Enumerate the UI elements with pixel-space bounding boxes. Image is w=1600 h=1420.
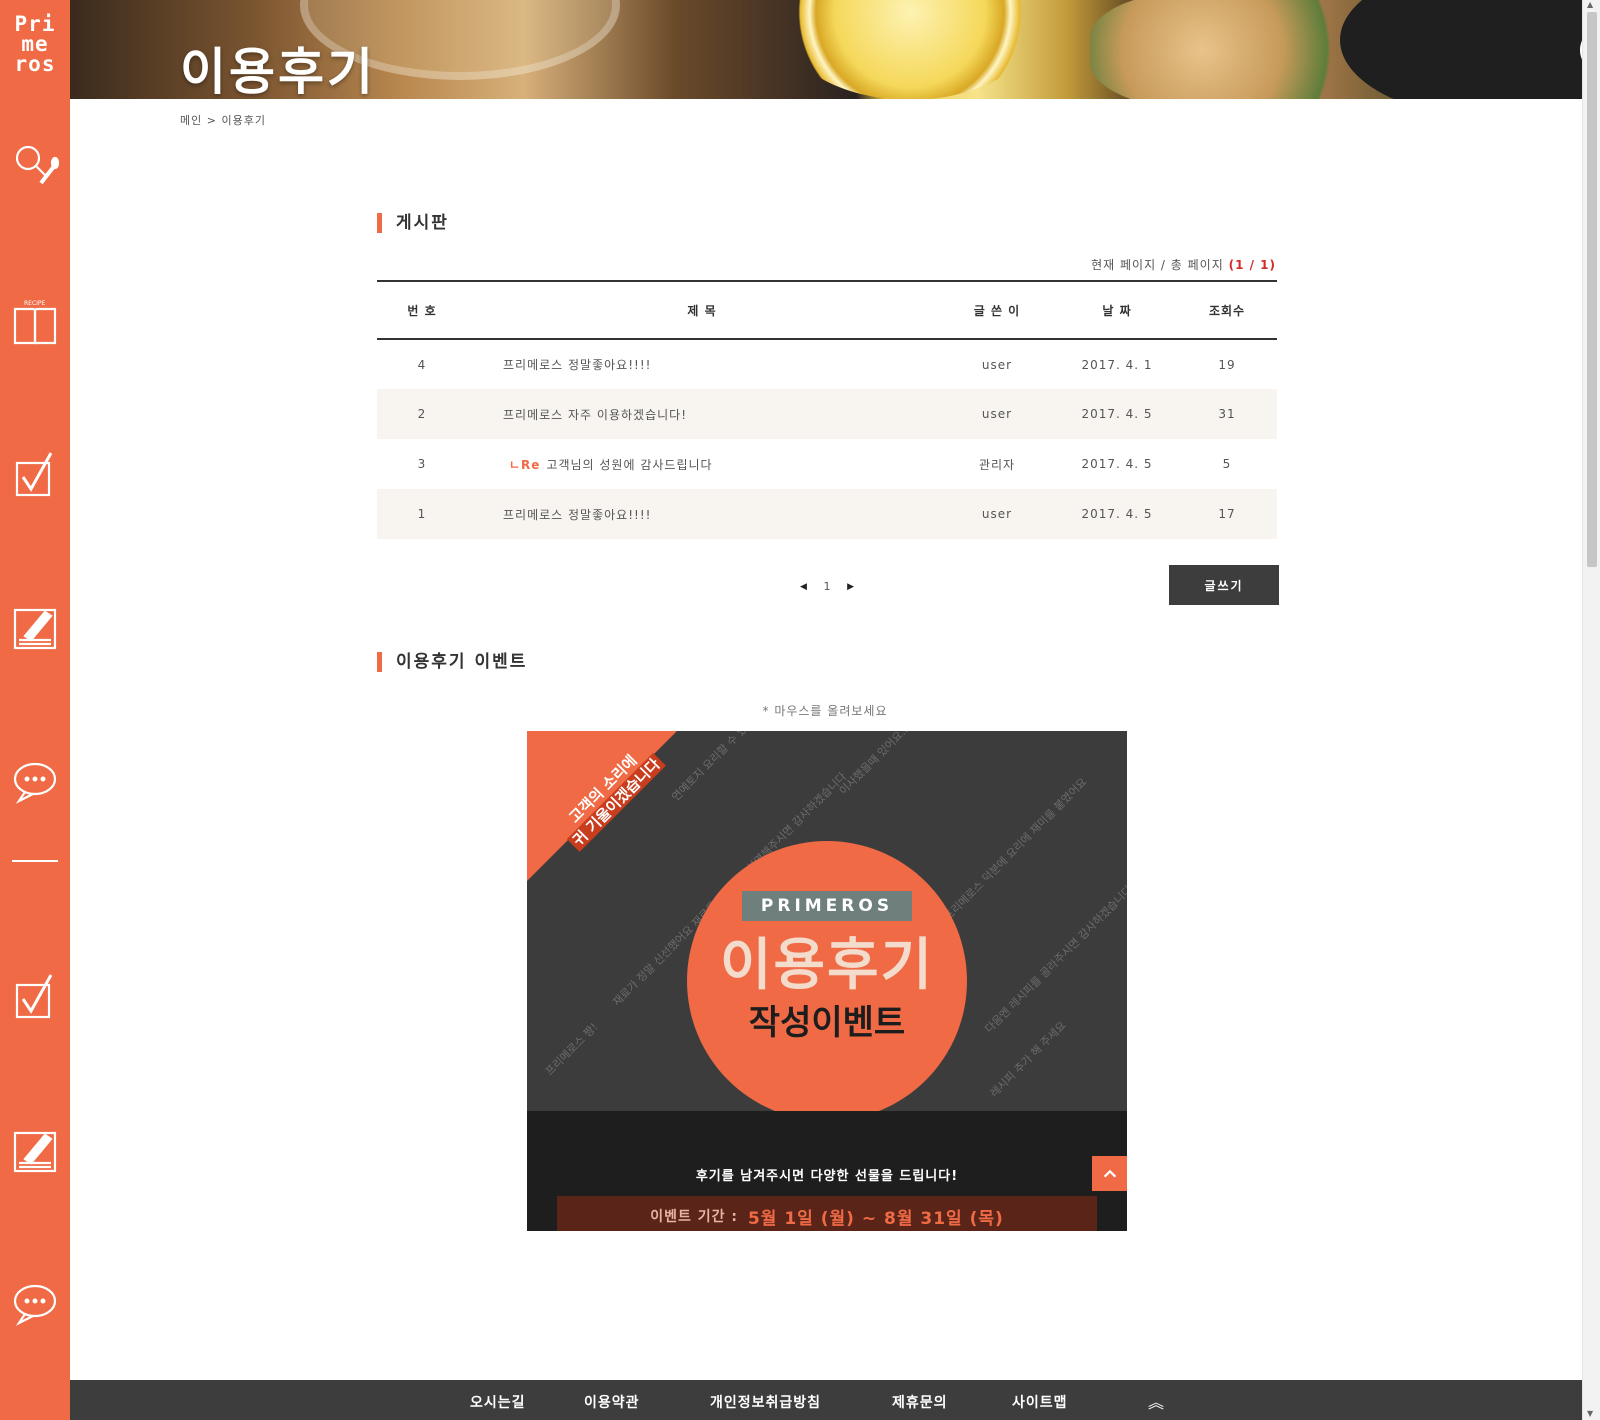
row-no: 3 bbox=[417, 457, 427, 471]
sidebar: Pri me ros RECIPE bbox=[0, 0, 70, 1420]
checkbox-icon[interactable] bbox=[10, 450, 60, 500]
row-views: 19 bbox=[1218, 357, 1236, 372]
row-date: 2017. 4. 5 bbox=[1057, 489, 1177, 539]
row-author: user bbox=[937, 489, 1057, 539]
page-info-value: (1 / 1) bbox=[1228, 258, 1276, 272]
footer: 오시는길 이용약관 개인정보취급방침 제휴문의 사이트맵 ︽ bbox=[70, 1380, 1582, 1420]
hover-hint: * 마우스를 올려보세요 bbox=[762, 704, 888, 718]
row-title-cell[interactable]: ㄴRe 고객님의 성원에 감사드립니다 bbox=[467, 439, 937, 489]
pagination: ◀ 1 ▶ bbox=[800, 580, 854, 593]
row-views: 5 bbox=[1222, 457, 1232, 471]
table-header-row: 번 호 제 목 글 쓴 이 날 짜 조회수 bbox=[377, 280, 1277, 340]
logo[interactable]: Pri me ros bbox=[0, 12, 70, 76]
row-author: 관리자 bbox=[978, 457, 1016, 472]
event-headline: 이용후기 bbox=[719, 933, 935, 998]
page-info-label: 현재 페이지 / 총 페이지 bbox=[1091, 258, 1224, 272]
col-author: 글 쓴 이 bbox=[937, 280, 1057, 340]
banner-food-image bbox=[1090, 0, 1370, 99]
row-date: 2017. 4. 1 bbox=[1081, 357, 1153, 372]
banner-lemon-image bbox=[780, 0, 1040, 99]
prev-page-icon[interactable]: ◀ bbox=[800, 582, 807, 592]
row-date: 2017. 4. 5 bbox=[1057, 389, 1177, 439]
table-row[interactable]: 1 프리메로스 정말좋아요!!!! user 2017. 4. 5 17 bbox=[377, 489, 1277, 539]
row-title-link[interactable]: 프리메로스 정말좋아요!!!! bbox=[467, 339, 937, 389]
event-section-title: 이용후기 이벤트 bbox=[377, 652, 527, 672]
scroll-up-icon[interactable]: ▲ bbox=[1587, 0, 1593, 9]
chat-bubble-icon[interactable] bbox=[10, 758, 60, 808]
event-subheadline: 작성이벤트 bbox=[748, 1003, 906, 1043]
sidebar-divider bbox=[12, 860, 58, 862]
table-row[interactable]: 4 프리메로스 정말좋아요!!!! user 2017. 4. 1 19 bbox=[377, 339, 1277, 389]
checkbox-icon[interactable] bbox=[10, 972, 60, 1022]
scatter-text: 프리메로스 덕분에 요리에 재미를 붙였어요 bbox=[941, 775, 1090, 924]
board-section-title: 게시판 bbox=[377, 213, 449, 233]
row-title-link[interactable]: 고객님의 성원에 감사드립니다 bbox=[546, 458, 712, 472]
scatter-text: 연예토지 요리할 수 있... bbox=[669, 731, 758, 804]
scrollbar[interactable]: ▲ ▼ bbox=[1582, 0, 1600, 1420]
row-author: user bbox=[981, 357, 1013, 372]
next-page-icon[interactable]: ▶ bbox=[847, 582, 854, 592]
edit-note-icon[interactable] bbox=[10, 603, 60, 653]
reply-badge: ㄴRe bbox=[509, 457, 541, 472]
table-row[interactable]: 2 프리메로스 자주 이용하겠습니다! user 2017. 4. 5 31 bbox=[377, 389, 1277, 439]
breadcrumb-home[interactable]: 메인 bbox=[180, 114, 202, 127]
row-views: 17 bbox=[1177, 489, 1277, 539]
row-title-link[interactable]: 프리메로스 자주 이용하겠습니다! bbox=[467, 389, 937, 439]
page-info: 현재 페이지 / 총 페이지 (1 / 1) bbox=[1091, 256, 1276, 273]
footer-link-partnership[interactable]: 제휴문의 bbox=[892, 1392, 948, 1412]
breadcrumb-current: 이용후기 bbox=[221, 114, 266, 127]
footer-link-directions[interactable]: 오시는길 bbox=[470, 1392, 526, 1412]
search-spoon-icon[interactable] bbox=[10, 140, 60, 190]
event-period-label: 이벤트 기간 : bbox=[650, 1209, 738, 1225]
write-button[interactable]: 글쓰기 bbox=[1169, 565, 1279, 605]
row-author: user bbox=[937, 389, 1057, 439]
logo-line: ros bbox=[14, 52, 56, 76]
recipe-label: RECIPE bbox=[24, 300, 46, 307]
col-date: 날 짜 bbox=[1057, 280, 1177, 340]
event-gift-text: 후기를 남겨주시면 다양한 선물을 드립니다! bbox=[695, 1169, 959, 1184]
page-number[interactable]: 1 bbox=[824, 580, 831, 593]
col-no: 번 호 bbox=[377, 280, 467, 340]
event-banner[interactable]: 연예토지 요리할 수 있... 이사했을때 있어요... 프리메로스 덕분에 요… bbox=[527, 731, 1127, 1231]
edit-note-icon[interactable] bbox=[10, 1126, 60, 1176]
breadcrumb: 메인 > 이용후기 bbox=[180, 112, 266, 128]
scatter-text: 프리메로스 짱! bbox=[542, 1020, 601, 1079]
event-period-value: 5월 1일 (월) ~ 8월 31일 (목) bbox=[747, 1208, 1004, 1229]
board-table: 번 호 제 목 글 쓴 이 날 짜 조회수 4 프리메로스 정말좋아요!!!! … bbox=[377, 280, 1277, 539]
scatter-text: 이사했을때 있어요... bbox=[836, 731, 913, 798]
row-no: 1 bbox=[377, 489, 467, 539]
event-ribbon: PRIMEROS bbox=[742, 891, 912, 921]
row-no: 4 bbox=[417, 357, 427, 372]
row-title-link[interactable]: 프리메로스 정말좋아요!!!! bbox=[467, 489, 937, 539]
col-title: 제 목 bbox=[467, 280, 937, 340]
page-root: Pri me ros RECIPE 이용후기 메인 > 이용후기 게시판 현재 … bbox=[0, 0, 1600, 1420]
scatter-text: 다음엔 레시피를 골라주시면 감사하겠습니다 bbox=[982, 883, 1127, 1036]
col-views: 조회수 bbox=[1177, 280, 1277, 340]
footer-link-terms[interactable]: 이용약관 bbox=[584, 1392, 640, 1412]
scroll-down-icon[interactable]: ▼ bbox=[1587, 1409, 1593, 1418]
chat-bubble-icon[interactable] bbox=[10, 1280, 60, 1330]
row-no: 2 bbox=[377, 389, 467, 439]
page-title: 이용후기 bbox=[180, 43, 376, 99]
footer-link-sitemap[interactable]: 사이트맵 bbox=[1012, 1392, 1068, 1412]
table-row[interactable]: 3 ㄴRe 고객님의 성원에 감사드립니다 관리자 2017. 4. 5 5 bbox=[377, 439, 1277, 489]
logo-line: Pri bbox=[14, 12, 56, 36]
banner-plate-image bbox=[1340, 0, 1582, 99]
scrollbar-thumb[interactable] bbox=[1587, 12, 1597, 567]
scroll-top-icon[interactable] bbox=[1092, 1156, 1127, 1191]
row-date: 2017. 4. 5 bbox=[1081, 457, 1153, 471]
event-period: 이벤트 기간 : 5월 1일 (월) ~ 8월 31일 (목) bbox=[557, 1196, 1097, 1231]
row-views: 31 bbox=[1177, 389, 1277, 439]
footer-link-privacy[interactable]: 개인정보취급방침 bbox=[710, 1392, 821, 1412]
header-banner: 이용후기 로그 아웃 bbox=[70, 0, 1582, 99]
recipe-book-icon[interactable]: RECIPE bbox=[10, 298, 60, 348]
logo-line: me bbox=[21, 32, 49, 56]
breadcrumb-separator: > bbox=[206, 114, 217, 127]
double-chevron-up-icon[interactable]: ︽ bbox=[1148, 1389, 1164, 1413]
